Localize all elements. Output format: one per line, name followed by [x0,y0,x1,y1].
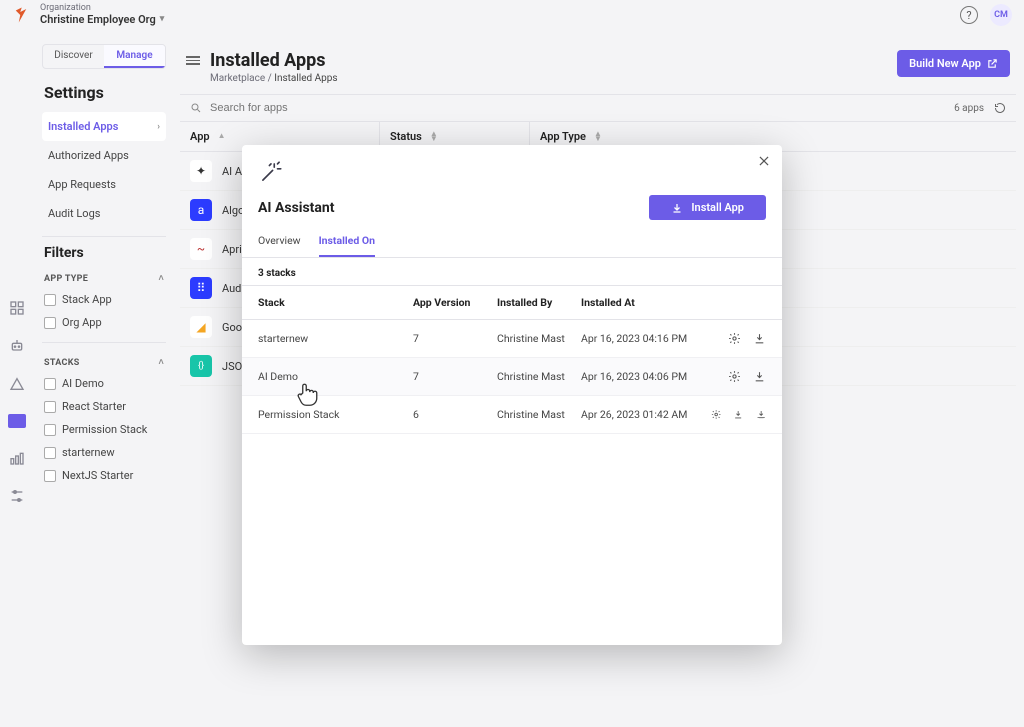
table-cell-by: Christine Mast... [481,396,565,434]
col-version: App Version [397,285,481,320]
modal-table: Stack App Version Installed By Installed… [242,285,782,434]
table-cell-version: 6 [397,396,481,434]
col-installed-by: Installed By [481,285,565,320]
app-logo-icon [258,159,284,185]
row-actions [695,358,782,396]
gear-icon[interactable] [711,408,721,421]
table-cell-version: 7 [397,358,481,396]
gear-icon[interactable] [728,370,741,383]
table-cell-at: Apr 26, 2023 01:42 AM [565,396,695,434]
table-cell-at: Apr 16, 2023 04:16 PM [565,320,695,358]
tab-overview[interactable]: Overview [258,234,301,257]
install-app-button[interactable]: Install App [649,195,766,220]
modal-title: AI Assistant [258,200,334,216]
download-icon [671,202,683,214]
modal-tabs: Overview Installed On [242,224,782,258]
tab-installed-on[interactable]: Installed On [319,234,375,257]
table-cell-by: Christine Mast... [481,358,565,396]
col-installed-at: Installed At [565,285,695,320]
download-alt-icon[interactable] [756,408,766,421]
table-cell-by: Christine Mast... [481,320,565,358]
modal-overlay: AI Assistant Install App Overview Instal… [0,0,1024,727]
gear-icon[interactable] [728,332,741,345]
stacks-summary: 3 stacks [242,258,782,285]
row-actions [695,320,782,358]
col-actions [695,285,782,320]
download-icon[interactable] [733,408,743,421]
col-stack: Stack [242,285,397,320]
table-cell-version: 7 [397,320,481,358]
table-cell-at: Apr 16, 2023 04:06 PM [565,358,695,396]
close-icon[interactable] [756,153,772,169]
download-icon[interactable] [753,332,766,345]
download-icon[interactable] [753,370,766,383]
row-actions [695,396,782,434]
table-cell-stack[interactable]: starternew [242,320,397,358]
table-cell-stack[interactable]: AI Demo [242,358,397,396]
app-detail-modal: AI Assistant Install App Overview Instal… [242,145,782,645]
table-cell-stack[interactable]: Permission Stack [242,396,397,434]
